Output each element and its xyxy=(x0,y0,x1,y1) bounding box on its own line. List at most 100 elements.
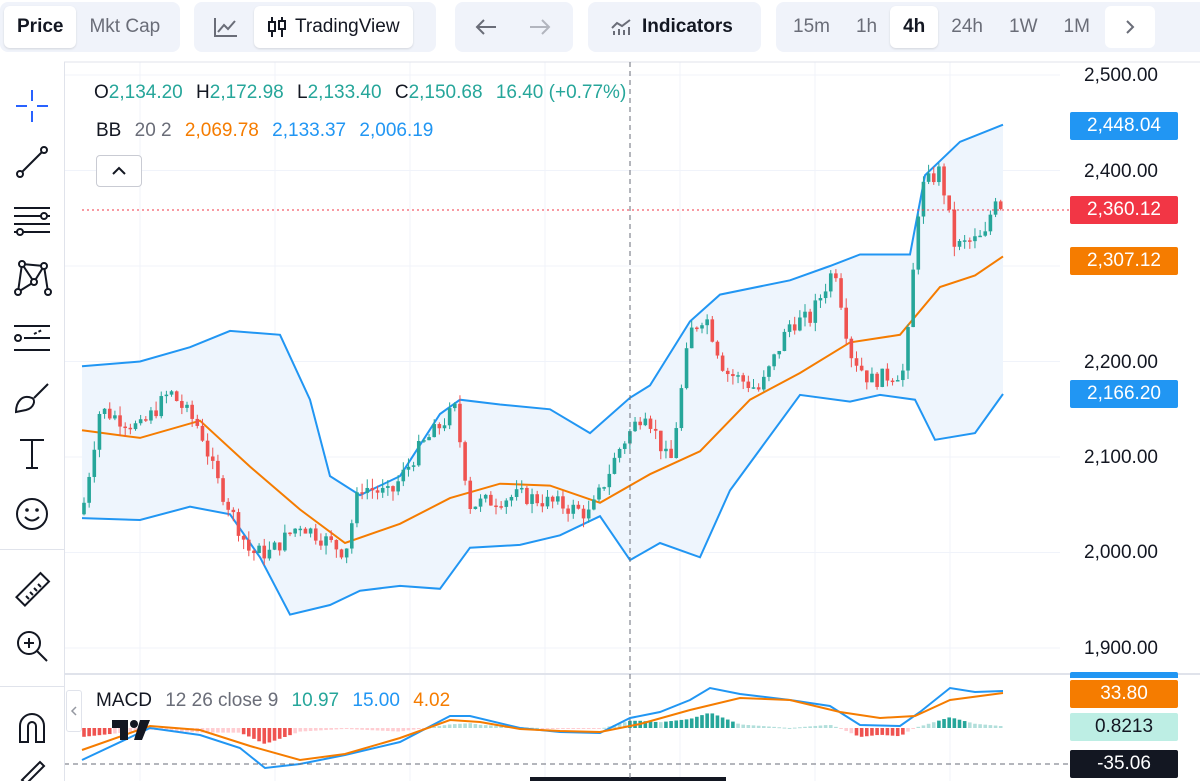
candle-body xyxy=(427,437,431,441)
macd-histogram-bar xyxy=(787,727,792,729)
macd-histogram-bar xyxy=(216,728,220,733)
candle-body xyxy=(648,418,653,429)
zoom-in-tool[interactable] xyxy=(8,622,56,670)
price-mktcap-toggle: Price Mkt Cap xyxy=(0,2,180,52)
candle-body xyxy=(350,523,354,549)
redo-button[interactable] xyxy=(513,6,567,48)
pattern-tool[interactable] xyxy=(8,254,56,302)
macd-name: MACD xyxy=(96,690,152,711)
macd-histogram-bar xyxy=(911,728,915,729)
timeframe-1m[interactable]: 1M xyxy=(1051,6,1103,48)
pane-collapse-handle[interactable] xyxy=(66,690,82,732)
axis-label-2100: 2,100.00 xyxy=(1084,447,1158,468)
macd-histogram-bar xyxy=(849,728,854,734)
candle-body xyxy=(978,235,982,238)
macd-histogram-bar xyxy=(942,719,946,728)
candle-body xyxy=(422,440,426,442)
brush-tool[interactable] xyxy=(8,374,56,422)
macd-params: 12 26 close 9 xyxy=(165,690,279,711)
candle-body xyxy=(983,231,988,236)
candle-body xyxy=(870,373,874,383)
axis-label-2200: 2,200.00 xyxy=(1084,352,1158,373)
timeframe-15m[interactable]: 15m xyxy=(780,6,843,48)
undo-button[interactable] xyxy=(459,6,513,48)
timeframe-1w[interactable]: 1W xyxy=(996,6,1051,48)
candle-body xyxy=(128,427,133,430)
candle-body xyxy=(494,505,498,508)
macd-histogram-bar xyxy=(473,724,478,728)
collapse-legend-button[interactable] xyxy=(96,155,142,187)
macd-histogram-bar xyxy=(308,728,313,731)
candle-body xyxy=(401,469,406,482)
candle-body xyxy=(772,354,776,367)
axis-label-1900: 1,900.00 xyxy=(1084,638,1158,659)
tradingview-label: TradingView xyxy=(295,16,400,37)
indicators-button[interactable]: Indicators xyxy=(592,6,751,48)
macd-histogram-bar xyxy=(906,728,910,732)
macd-histogram-bar xyxy=(87,728,91,737)
macd-histogram-bar xyxy=(277,728,282,739)
candle-body xyxy=(118,415,122,427)
candle-body xyxy=(334,539,339,550)
emoji-tool[interactable] xyxy=(8,490,56,538)
macd-legend[interactable]: MACD 12 26 close 9 10.97 15.00 4.02 xyxy=(96,690,458,712)
candle-body xyxy=(885,368,890,381)
projection-tool[interactable] xyxy=(8,314,56,362)
bb-legend[interactable]: BB 20 2 2,069.78 2,133.37 2,006.19 xyxy=(96,120,441,142)
candle-body xyxy=(540,503,545,507)
trend-line-tool[interactable] xyxy=(8,138,56,186)
candle-body xyxy=(818,298,823,301)
high-value: 2,172.98 xyxy=(209,82,284,103)
fib-tool[interactable] xyxy=(8,196,56,244)
macd-histogram-bar xyxy=(998,726,1003,728)
candle-body xyxy=(519,487,524,490)
macd-histogram-bar xyxy=(731,721,735,728)
macd-histogram-bar xyxy=(952,718,957,728)
line-chart-button[interactable] xyxy=(198,6,254,48)
mktcap-button[interactable]: Mkt Cap xyxy=(76,6,173,48)
lock-tool[interactable] xyxy=(8,758,56,781)
text-tool[interactable] xyxy=(8,430,56,478)
macd-histogram-bar xyxy=(659,722,663,728)
candle-body xyxy=(262,545,267,559)
ruler-tool[interactable] xyxy=(8,566,56,614)
candle-body xyxy=(968,240,972,242)
crosshair-tool[interactable] xyxy=(8,82,56,130)
candle-body xyxy=(210,456,215,461)
candle-body xyxy=(607,473,612,488)
macd-histogram-bar xyxy=(962,721,967,728)
candle-body xyxy=(313,528,318,541)
candle-body xyxy=(808,311,812,323)
chart-canvas[interactable] xyxy=(0,0,1200,781)
macd-histogram-bar xyxy=(926,723,931,728)
macd-histogram-bar xyxy=(792,727,797,729)
timeframe-4h[interactable]: 4h xyxy=(890,6,939,48)
macd-histogram-bar xyxy=(581,728,586,729)
macd-histogram-bar xyxy=(303,728,308,732)
candle-body xyxy=(298,528,303,531)
candle-body xyxy=(988,214,993,232)
candle-body xyxy=(684,348,689,389)
tradingview-button[interactable]: TradingView xyxy=(254,6,413,48)
candle-body xyxy=(550,496,555,502)
more-timeframes-button[interactable] xyxy=(1104,6,1155,48)
chevron-left-icon xyxy=(70,706,77,716)
macd-histogram-bar xyxy=(463,723,467,728)
candle-body xyxy=(597,487,601,500)
candle-body xyxy=(998,201,1003,210)
macd-histogram-bar xyxy=(592,728,596,729)
timeframe-24h[interactable]: 24h xyxy=(938,6,996,48)
magnet-tool[interactable] xyxy=(8,704,56,752)
candle-body xyxy=(664,448,668,452)
macd-histogram-bar xyxy=(684,719,689,728)
macd-histogram-bar xyxy=(823,725,828,728)
candle-body xyxy=(720,355,725,371)
price-button[interactable]: Price xyxy=(4,6,77,48)
timeframe-1h[interactable]: 1h xyxy=(843,6,890,48)
candle-body xyxy=(241,535,246,540)
macd-histogram-bar xyxy=(236,728,241,733)
candle-body xyxy=(504,500,509,507)
candle-body xyxy=(386,486,390,488)
candle-body xyxy=(468,480,473,509)
close-value: 2,150.68 xyxy=(408,82,483,103)
